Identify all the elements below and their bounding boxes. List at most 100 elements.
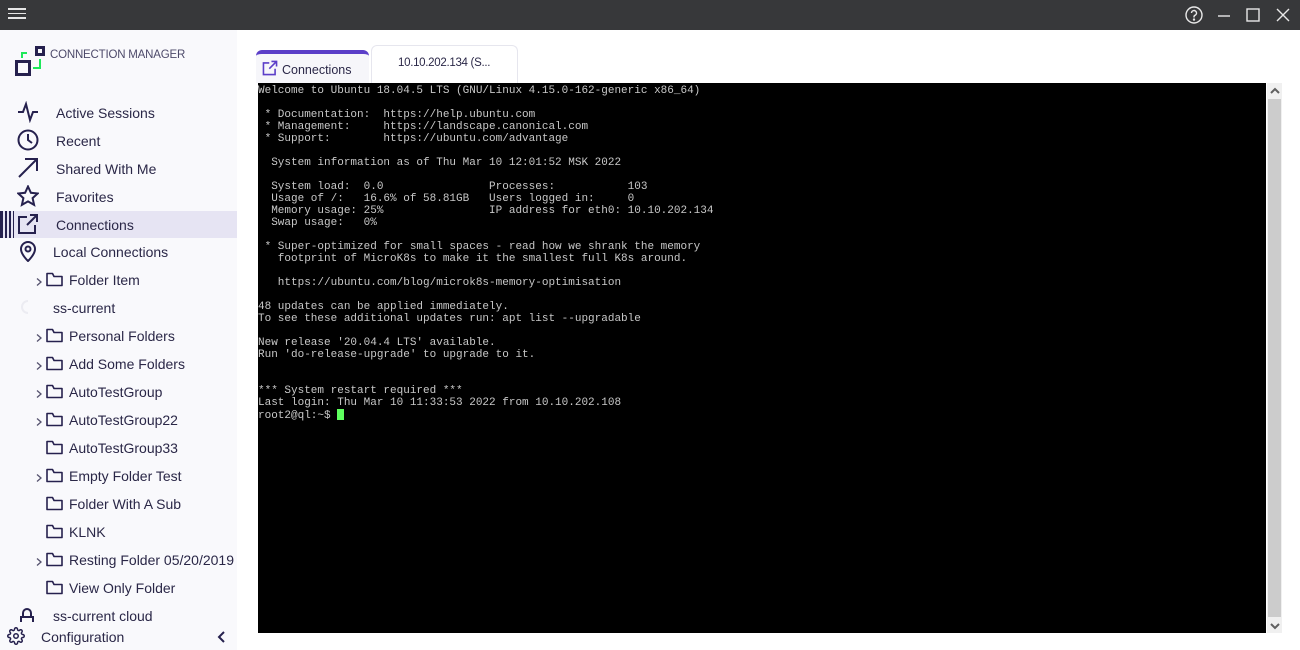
terminal-line: Usage of /: 16.6% of 58.81GB Users logge… — [258, 193, 635, 205]
tree-folder[interactable]: Empty Folder Test — [0, 464, 237, 488]
folder-icon — [46, 356, 63, 371]
folder-icon — [46, 384, 63, 399]
terminal-line: 48 updates can be applied immediately. — [258, 301, 509, 313]
lock-icon — [18, 605, 36, 623]
terminal-line: https://ubuntu.com/blog/microk8s-memory-… — [258, 277, 622, 289]
tree-folder[interactable]: AutoTestGroup22 — [0, 408, 237, 432]
app-title: CONNECTION MANAGER — [50, 49, 186, 61]
chevron-right-icon[interactable] — [35, 274, 43, 286]
tree-item-label: Folder With A Sub — [69, 496, 182, 512]
tree-folder[interactable]: View Only Folder — [0, 576, 237, 600]
nav-item-connections[interactable]: Connections — [0, 211, 237, 238]
tab-label: 10.10.202.134 (S... — [398, 57, 491, 69]
chevron-right-icon[interactable] — [35, 386, 43, 398]
terminal-line: * Documentation: https://help.ubuntu.com — [258, 109, 536, 121]
clock-icon — [17, 129, 39, 151]
chevron-left-icon[interactable] — [215, 630, 227, 644]
hamburger-menu-icon[interactable] — [8, 7, 26, 23]
terminal-line: * Support: https://ubuntu.com/advantage — [258, 133, 569, 145]
nav-item-active-sessions[interactable]: Active Sessions — [0, 99, 237, 126]
tree-item-label: Personal Folders — [69, 328, 175, 344]
tree-folder[interactable]: AutoTestGroup — [0, 380, 237, 404]
scroll-up-icon[interactable] — [1267, 83, 1282, 98]
chevron-right-icon[interactable] — [35, 414, 43, 426]
terminal-line: footprint of MicroK8s to make it the sma… — [258, 253, 688, 265]
tree-item-label: KLNK — [69, 524, 106, 540]
folder-icon — [46, 328, 63, 343]
tree-item-label: Empty Folder Test — [69, 468, 182, 484]
nav-item-label: Favorites — [56, 188, 114, 205]
terminal-screen[interactable]: Welcome to Ubuntu 18.04.5 LTS (GNU/Linux… — [258, 83, 1266, 633]
external-link-icon — [17, 213, 39, 235]
folder-icon — [46, 440, 63, 455]
terminal-prompt: root2@ql:~$ — [258, 410, 338, 422]
tree-item-label: Add Some Folders — [69, 356, 185, 372]
configuration-label: Configuration — [41, 629, 125, 645]
help-icon[interactable] — [1181, 4, 1207, 26]
tree-folder[interactable]: AutoTestGroup33 — [0, 436, 237, 460]
folder-icon — [46, 524, 63, 539]
tree-folder[interactable]: Resting Folder 05/20/2019 14 — [0, 548, 237, 572]
app-logo-icon — [15, 46, 47, 78]
terminal-line: Memory usage: 25% IP address for eth0: 1… — [258, 205, 714, 217]
nav-item-shared-with-me[interactable]: Shared With Me — [0, 155, 237, 182]
external-link-icon — [262, 60, 278, 76]
sidebar: CONNECTION MANAGER Active Sessions Recen… — [0, 30, 237, 650]
scroll-thumb[interactable] — [1268, 99, 1281, 617]
chevron-right-icon[interactable] — [35, 470, 43, 482]
gear-icon — [7, 627, 25, 645]
chevron-right-icon[interactable] — [35, 330, 43, 342]
terminal-line: System information as of Thu Mar 10 12:0… — [258, 157, 622, 169]
maximize-icon[interactable] — [1240, 4, 1266, 26]
configuration-button[interactable]: Configuration — [0, 625, 237, 650]
terminal-line: Last login: Thu Mar 10 11:33:53 2022 fro… — [258, 397, 622, 409]
chevron-right-icon[interactable] — [35, 358, 43, 370]
activity-icon — [17, 100, 39, 124]
terminal-scrollbar[interactable] — [1267, 83, 1282, 633]
folder-icon — [46, 272, 63, 287]
nav-item-recent[interactable]: Recent — [0, 127, 237, 154]
terminal-prompt-line: root2@ql:~$ — [258, 409, 713, 422]
terminal-line: Swap usage: 0% — [258, 217, 377, 229]
folder-icon — [46, 496, 63, 511]
tab-label: Connections — [282, 63, 352, 77]
tab-session[interactable]: 10.10.202.134 (S... — [371, 45, 518, 83]
scroll-down-icon[interactable] — [1267, 618, 1282, 633]
nav-item-favorites[interactable]: Favorites — [0, 183, 237, 210]
arrow-up-right-icon — [17, 157, 39, 179]
active-indicator — [0, 211, 16, 238]
tree-folder[interactable]: KLNK — [0, 520, 237, 544]
folder-icon — [46, 552, 63, 567]
star-icon — [15, 184, 41, 207]
tree-item-label: AutoTestGroup33 — [69, 440, 178, 456]
chevron-right-icon[interactable] — [35, 554, 43, 566]
close-icon[interactable] — [1270, 4, 1296, 26]
tab-connections[interactable]: Connections — [256, 50, 369, 83]
tree-datasource[interactable]: ss-current — [0, 296, 237, 320]
folder-icon — [46, 412, 63, 427]
nav-item-label: Local Connections — [53, 243, 169, 260]
tree-folder[interactable]: Folder Item — [0, 268, 237, 292]
nav-item-local-connections[interactable]: Local Connections — [0, 238, 237, 265]
terminal-line: *** System restart required *** — [258, 385, 463, 397]
terminal-line: Welcome to Ubuntu 18.04.5 LTS (GNU/Linux… — [258, 85, 701, 97]
terminal-line: System load: 0.0 Processes: 103 — [258, 181, 648, 193]
nav-item-label: Active Sessions — [56, 104, 155, 121]
tree-folder[interactable]: Folder With A Sub — [0, 492, 237, 516]
minimize-icon[interactable] — [1211, 4, 1237, 26]
tree-folder[interactable]: Add Some Folders — [0, 352, 237, 376]
nav-item-label: Recent — [56, 132, 101, 149]
nav-item-label: Shared With Me — [56, 160, 157, 177]
loading-spinner-icon — [21, 300, 35, 314]
terminal-line: New release '20.04.4 LTS' available. — [258, 337, 496, 349]
tree-item-label: ss-current cloud — [53, 608, 153, 624]
terminal-line: Run 'do-release-upgrade' to upgrade to i… — [258, 349, 536, 361]
tree-folder[interactable]: Personal Folders — [0, 324, 237, 348]
